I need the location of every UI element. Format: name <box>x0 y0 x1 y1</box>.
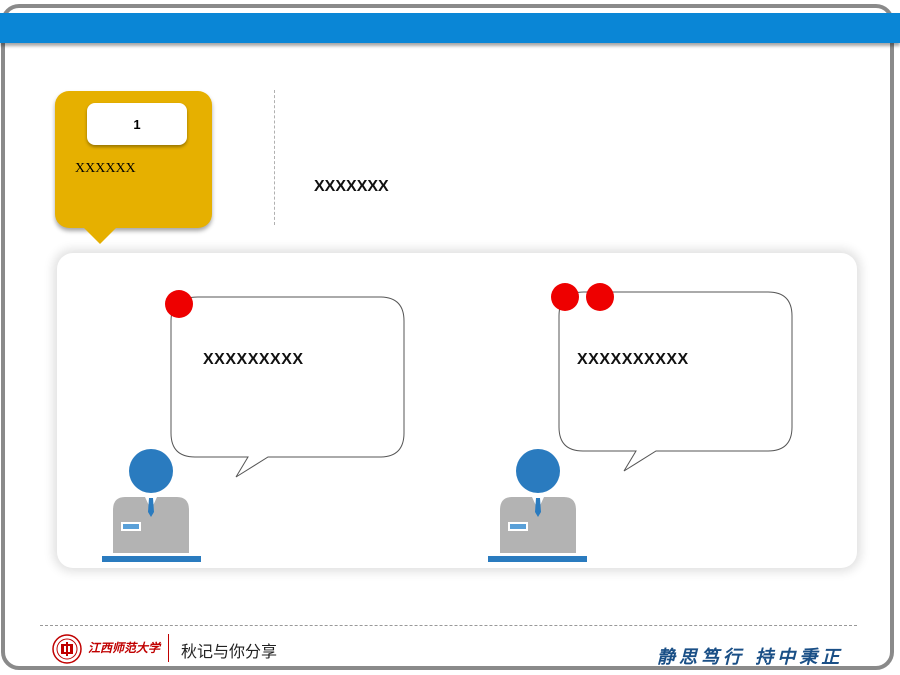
marker-dot <box>165 290 193 318</box>
speech-bubble-2 <box>558 291 793 472</box>
marker-dot <box>586 283 614 311</box>
person-icon <box>102 449 201 562</box>
university-name: 江西师范大学 <box>88 641 161 655</box>
university-logo <box>52 634 82 664</box>
bubble-1-text: XXXXXXXXX <box>203 351 304 368</box>
marker-dot <box>551 283 579 311</box>
footer-divider <box>40 625 857 626</box>
illustration-layer <box>102 291 793 562</box>
footer-separator <box>168 634 169 662</box>
university-motto: 静思笃行 持中秉正 <box>657 647 844 668</box>
footer-slogan: 秋记与你分享 <box>181 644 278 661</box>
person-icon <box>488 449 587 562</box>
speech-bubble-1 <box>170 296 405 478</box>
bubble-2-text: XXXXXXXXXX <box>577 351 689 368</box>
